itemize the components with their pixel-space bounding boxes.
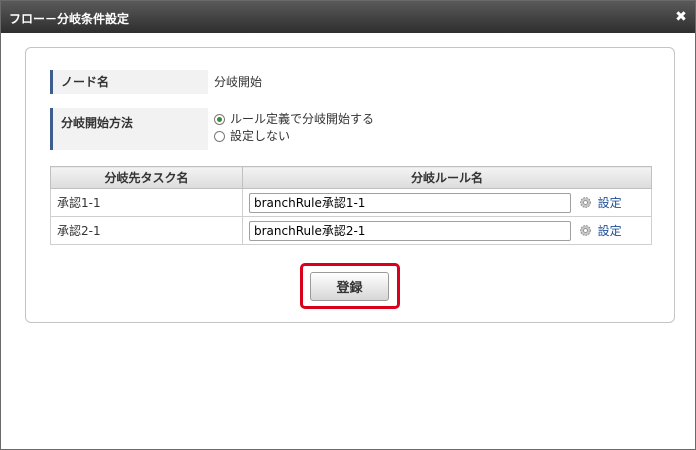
branch-method-options: ルール定義で分岐開始する 設定しない: [208, 108, 652, 150]
radio-option-no-setting[interactable]: 設定しない: [214, 128, 652, 145]
radio-label-rule-start: ルール定義で分岐開始する: [230, 112, 375, 126]
branch-method-row: 分岐開始方法 ルール定義で分岐開始する 設定しない: [50, 108, 652, 150]
rule-cell: 設定: [242, 216, 652, 245]
rule-name-input[interactable]: [249, 220, 571, 241]
node-name-label: ノード名: [50, 70, 204, 94]
branch-rule-table: 分岐先タスク名 分岐ルール名 承認1-1 設定: [50, 166, 652, 245]
radio-button-rule-start[interactable]: [214, 114, 225, 125]
branch-method-label: 分岐開始方法: [50, 108, 204, 150]
radio-option-rule-start[interactable]: ルール定義で分岐開始する: [214, 111, 652, 128]
task-name-cell: 承認2-1: [50, 216, 243, 245]
gear-icon[interactable]: [579, 224, 592, 237]
table-row: 承認1-1 設定: [50, 188, 652, 217]
radio-button-no-setting[interactable]: [214, 131, 225, 142]
settings-link[interactable]: 設定: [598, 224, 622, 238]
register-button[interactable]: 登録: [310, 272, 389, 301]
task-name-cell: 承認1-1: [50, 188, 243, 217]
rule-cell: 設定: [242, 188, 652, 217]
radio-label-no-setting: 設定しない: [230, 129, 291, 143]
dialog-title: フロー－分岐条件設定: [9, 12, 130, 26]
dialog: フロー－分岐条件設定 ✖ ノード名 分岐開始 分岐開始方法 ルール定義で分岐開始…: [0, 0, 696, 450]
rule-name-input[interactable]: [249, 192, 571, 213]
table-row: 承認2-1 設定: [50, 216, 652, 245]
node-name-row: ノード名 分岐開始: [50, 70, 652, 94]
close-icon[interactable]: ✖: [673, 9, 689, 25]
column-header-rule: 分岐ルール名: [242, 166, 652, 189]
gear-icon[interactable]: [579, 196, 592, 209]
node-name-value: 分岐開始: [208, 70, 652, 94]
column-header-task: 分岐先タスク名: [50, 166, 243, 189]
settings-panel: ノード名 分岐開始 分岐開始方法 ルール定義で分岐開始する 設定しない 分岐先タ…: [25, 47, 675, 323]
dialog-titlebar: フロー－分岐条件設定 ✖: [1, 1, 695, 33]
table-header-row: 分岐先タスク名 分岐ルール名: [50, 166, 652, 189]
settings-link[interactable]: 設定: [598, 196, 622, 210]
